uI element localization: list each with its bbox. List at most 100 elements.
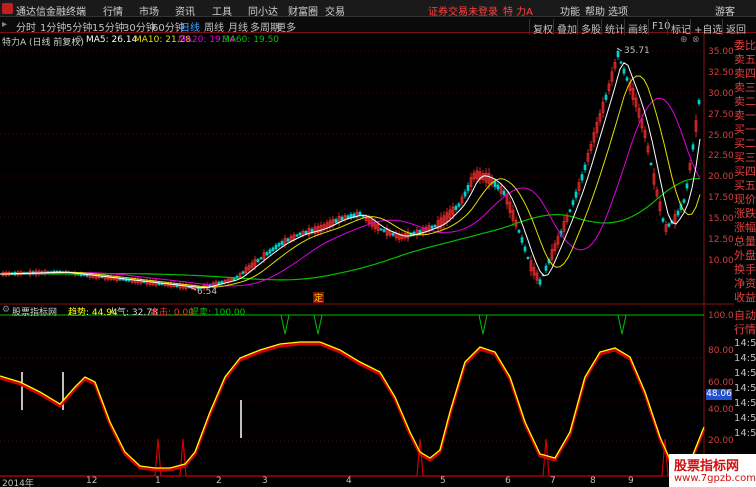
- quote-side-panel[interactable]: 委比 卖五 卖四 卖三 卖二 卖一 买一 买二 买三 买四 买五 现价 涨跌 涨…: [734, 34, 756, 304]
- candle: [382, 229, 386, 232]
- candle: [466, 185, 470, 191]
- candle: [616, 50, 620, 58]
- y-tick: 17.50: [708, 193, 734, 203]
- back-button[interactable]: 返回: [722, 19, 749, 36]
- menu-tongxiaoda[interactable]: 同小达: [248, 3, 278, 18]
- candle: [271, 247, 275, 251]
- candle: [304, 230, 308, 235]
- candle: [517, 230, 521, 233]
- ind-y-tick: 40.00: [708, 405, 734, 415]
- candle: [496, 184, 500, 190]
- candle: [277, 243, 281, 247]
- period-30min[interactable]: 30分钟: [123, 19, 156, 34]
- toolbar-handle-icon: ▸: [2, 19, 8, 30]
- y-tick: 15.00: [708, 214, 734, 224]
- x-label: 1: [155, 476, 161, 486]
- menu-xuanxiang[interactable]: 选项: [608, 3, 628, 18]
- candle: [685, 183, 689, 189]
- candle: [661, 218, 665, 222]
- time-tick: 14:55: [734, 368, 756, 379]
- menu-guest[interactable]: 游客: [715, 3, 735, 18]
- menu-hangqing[interactable]: 行情: [103, 3, 123, 18]
- market-button[interactable]: 行情: [734, 321, 756, 337]
- menu-shichang[interactable]: 市场: [139, 3, 159, 18]
- period-more[interactable]: 更多: [276, 19, 296, 34]
- candle: [454, 205, 458, 211]
- x-label: 5: [440, 476, 446, 486]
- x-label: 7: [550, 476, 556, 486]
- indicator-sell: 提卖: 100.00: [190, 308, 246, 318]
- y-tick: 10.00: [708, 256, 734, 266]
- watermark-url: www.7gpzb.com: [674, 473, 756, 484]
- diejia-button[interactable]: 叠加: [553, 19, 580, 36]
- candle: [583, 164, 587, 171]
- menu-gongju[interactable]: 工具: [212, 3, 232, 18]
- menu-gongneng[interactable]: 功能: [560, 3, 580, 18]
- x-label: 9: [628, 476, 634, 486]
- period-monthly[interactable]: 月线: [228, 19, 248, 34]
- time-tick: 14:55: [734, 353, 756, 364]
- candle: [241, 271, 245, 274]
- candle: [391, 232, 395, 236]
- period-daily[interactable]: 日线: [180, 19, 200, 34]
- app-name: 通达信金融终端: [16, 7, 86, 18]
- period-5min[interactable]: 5分钟: [66, 19, 92, 34]
- candle: [274, 244, 278, 250]
- menu-caifuquan[interactable]: 财富圈: [288, 3, 318, 18]
- candle: [691, 144, 695, 150]
- y-tick: 25.00: [708, 131, 734, 141]
- candle: [493, 180, 497, 188]
- menu-zixun[interactable]: 资讯: [175, 3, 195, 18]
- period-15min[interactable]: 15分钟: [92, 19, 125, 34]
- candle: [286, 238, 290, 242]
- y-tick: 30.00: [708, 89, 734, 99]
- sell-signal-spike: [617, 314, 627, 335]
- candle: [619, 61, 623, 64]
- chart-canvas: 35.71 6.54 定: [0, 34, 734, 486]
- sell-signal-spike: [313, 314, 323, 335]
- event-marker[interactable]: 定: [314, 292, 323, 304]
- candle: [433, 224, 437, 228]
- candle: [580, 174, 584, 181]
- candle: [526, 256, 530, 260]
- candle: [457, 203, 461, 207]
- time-tick: 14:55: [734, 428, 756, 439]
- candle: [346, 215, 350, 219]
- quote-earnings[interactable]: 收益: [734, 289, 756, 305]
- candle: [523, 246, 527, 252]
- ind-y-tick: 60.00: [708, 378, 734, 388]
- menu-bangzhu[interactable]: 帮助: [585, 3, 605, 18]
- ind-y-tick: 100.0: [708, 311, 734, 321]
- x-label: 8: [590, 476, 596, 486]
- candle: [340, 216, 344, 221]
- candle: [268, 249, 272, 254]
- candle: [334, 219, 338, 223]
- menu-jiaoyi[interactable]: 交易: [325, 3, 345, 18]
- period-weekly[interactable]: 周线: [204, 19, 224, 34]
- x-label: 3: [262, 476, 268, 486]
- time-tick: 14:55: [734, 383, 756, 394]
- candle: [571, 200, 575, 205]
- candle: [538, 279, 542, 285]
- duogu-button[interactable]: 多股: [577, 19, 604, 36]
- candle: [568, 209, 572, 212]
- indicator-settings-icon[interactable]: ⚙: [2, 305, 10, 315]
- y-tick: 32.50: [708, 68, 734, 78]
- watermark-title: 股票指标网: [674, 459, 740, 474]
- period-1min[interactable]: 1分钟: [40, 19, 66, 34]
- login-status[interactable]: 证券交易未登录: [428, 3, 498, 18]
- y-tick: 35.00: [708, 47, 734, 57]
- add-favorite-button[interactable]: +自选: [690, 19, 725, 36]
- time-tick: 14:55: [734, 398, 756, 409]
- sell-signal-spike: [280, 314, 290, 335]
- candle: [379, 228, 383, 231]
- huaxian-button[interactable]: 画线: [624, 19, 651, 36]
- fuquan-button[interactable]: 复权: [529, 19, 556, 36]
- low-price-label: 6.54: [197, 287, 217, 297]
- period-fenshi[interactable]: 分时: [16, 19, 36, 34]
- y-tick: 22.50: [708, 151, 734, 161]
- app-logo-icon: [2, 3, 13, 14]
- candle: [520, 237, 524, 243]
- candle: [697, 99, 701, 105]
- sell-signal-spike: [478, 314, 488, 335]
